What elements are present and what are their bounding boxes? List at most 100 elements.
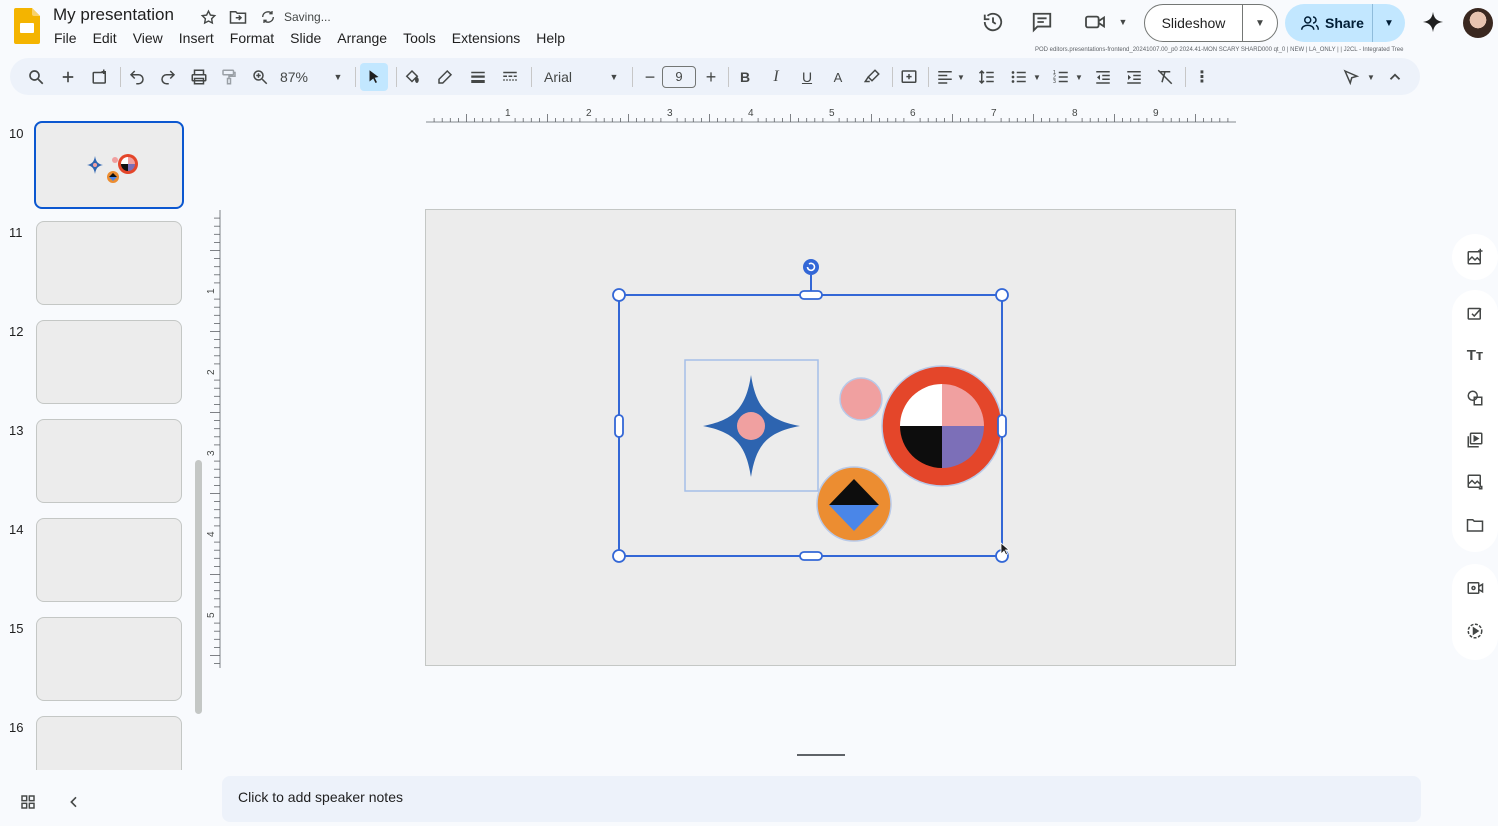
- collapse-filmstrip-icon[interactable]: [66, 794, 82, 815]
- bulleted-list-icon[interactable]: [1009, 65, 1029, 89]
- share-label[interactable]: Share: [1285, 4, 1373, 42]
- menu-extensions[interactable]: Extensions: [444, 30, 528, 46]
- menu-view[interactable]: View: [125, 30, 171, 46]
- menu-insert[interactable]: Insert: [171, 30, 222, 46]
- paint-format-icon[interactable]: [219, 65, 239, 89]
- more-options-icon[interactable]: ⋮: [1193, 65, 1211, 89]
- menu-file[interactable]: File: [46, 30, 85, 46]
- font-size-value[interactable]: 9: [662, 66, 696, 88]
- meet-dropdown-icon[interactable]: ▼: [1110, 9, 1136, 35]
- highlight-color-icon[interactable]: [862, 65, 882, 89]
- toolbar-separator: [632, 67, 633, 87]
- move-folder-icon[interactable]: [228, 7, 248, 27]
- slide-thumbnail[interactable]: [36, 419, 182, 503]
- collapse-toolbar-icon[interactable]: [1385, 65, 1405, 89]
- slideshow-button[interactable]: Slideshow ▼: [1144, 4, 1278, 42]
- new-slide-icon[interactable]: [58, 65, 78, 89]
- slide-canvas[interactable]: [425, 209, 1236, 666]
- italic-icon[interactable]: I: [767, 65, 785, 89]
- filmstrip-slide-15[interactable]: 15: [0, 605, 200, 701]
- text-color-icon[interactable]: A: [829, 65, 847, 89]
- zoom-value[interactable]: 87%: [278, 65, 310, 89]
- filmstrip-slide-10[interactable]: 10: [0, 110, 200, 209]
- menu-help[interactable]: Help: [528, 30, 573, 46]
- pointer-mode-icon[interactable]: [1341, 65, 1361, 89]
- line-spacing-icon[interactable]: [977, 65, 997, 89]
- user-avatar[interactable]: [1463, 8, 1493, 38]
- grid-view-icon[interactable]: [20, 794, 36, 815]
- border-weight-icon[interactable]: [468, 65, 488, 89]
- share-button[interactable]: Share ▼: [1285, 4, 1405, 42]
- bold-icon[interactable]: B: [736, 65, 754, 89]
- underline-icon[interactable]: U: [798, 65, 816, 89]
- speaker-notes[interactable]: Click to add speaker notes: [222, 776, 1421, 822]
- image-gallery-icon[interactable]: [1464, 471, 1486, 493]
- print-icon[interactable]: [189, 65, 209, 89]
- decrease-font-size-icon[interactable]: −: [641, 65, 659, 89]
- insert-link-box-icon[interactable]: [899, 65, 919, 89]
- version-history-icon[interactable]: [980, 9, 1006, 35]
- media-library-icon[interactable]: [1464, 429, 1486, 451]
- slide-thumbnail[interactable]: [36, 221, 182, 305]
- numbered-list-icon[interactable]: 123: [1051, 65, 1071, 89]
- text-style-icon[interactable]: Tт: [1464, 344, 1486, 366]
- menu-edit[interactable]: Edit: [85, 30, 125, 46]
- star-icon[interactable]: [198, 7, 218, 27]
- speaker-notes-placeholder[interactable]: Click to add speaker notes: [238, 789, 403, 805]
- menu-tools[interactable]: Tools: [395, 30, 444, 46]
- decrease-indent-icon[interactable]: [1093, 65, 1113, 89]
- menu-format[interactable]: Format: [222, 30, 282, 46]
- font-dropdown-icon[interactable]: ▼: [608, 65, 620, 89]
- ruler-label: 2: [206, 369, 217, 375]
- increase-font-size-icon[interactable]: +: [702, 65, 720, 89]
- filmstrip-slide-12[interactable]: 12: [0, 308, 200, 404]
- border-dash-icon[interactable]: [500, 65, 520, 89]
- filmstrip-slide-11[interactable]: 11: [0, 209, 200, 305]
- font-family-select[interactable]: Arial: [544, 65, 584, 89]
- bullet-dropdown-icon[interactable]: ▼: [1032, 65, 1042, 89]
- slides-logo-icon[interactable]: [14, 8, 40, 44]
- meet-icon[interactable]: [1082, 9, 1108, 35]
- fill-color-icon[interactable]: [402, 65, 422, 89]
- slide-thumbnail[interactable]: [36, 518, 182, 602]
- comments-icon[interactable]: [1029, 9, 1055, 35]
- numbered-dropdown-icon[interactable]: ▼: [1074, 65, 1084, 89]
- slideshow-label[interactable]: Slideshow: [1145, 4, 1243, 42]
- clear-formatting-icon[interactable]: [1155, 65, 1175, 89]
- search-menus-icon[interactable]: [26, 65, 46, 89]
- align-dropdown-icon[interactable]: ▼: [956, 65, 966, 89]
- slideshow-dropdown-icon[interactable]: ▼: [1243, 18, 1277, 29]
- filmstrip-slide-14[interactable]: 14: [0, 506, 200, 602]
- slide-thumbnail[interactable]: [36, 320, 182, 404]
- font-size-field[interactable]: 9: [662, 65, 696, 89]
- notes-resize-handle[interactable]: [797, 754, 845, 756]
- menu-arrange[interactable]: Arrange: [329, 30, 395, 46]
- filmstrip-slide-13[interactable]: 13: [0, 407, 200, 503]
- filmstrip-scrollbar[interactable]: [195, 460, 202, 714]
- zoom-icon[interactable]: [250, 65, 270, 89]
- redo-icon[interactable]: [158, 65, 178, 89]
- keep-tasks-icon[interactable]: [1464, 302, 1486, 324]
- pointer-dropdown-icon[interactable]: ▼: [1366, 65, 1376, 89]
- zoom-dropdown-icon[interactable]: ▼: [332, 65, 344, 89]
- undo-icon[interactable]: [127, 65, 147, 89]
- folder-icon[interactable]: [1464, 514, 1486, 536]
- filmstrip-slide-16[interactable]: 16: [0, 704, 200, 770]
- insert-image-panel-icon[interactable]: [1464, 246, 1486, 268]
- record-video-icon[interactable]: [1464, 577, 1486, 599]
- menu-slide[interactable]: Slide: [282, 30, 329, 46]
- layout-icon[interactable]: [90, 65, 110, 89]
- shapes-icon[interactable]: [1464, 387, 1486, 409]
- share-dropdown-icon[interactable]: ▼: [1373, 18, 1405, 29]
- align-icon[interactable]: [935, 65, 955, 89]
- slide-number: 11: [9, 225, 23, 240]
- slide-thumbnail[interactable]: [34, 121, 184, 209]
- border-color-icon[interactable]: [435, 65, 455, 89]
- animation-icon[interactable]: [1464, 620, 1486, 642]
- document-title[interactable]: My presentation: [53, 5, 174, 25]
- increase-indent-icon[interactable]: [1124, 65, 1144, 89]
- slide-thumbnail[interactable]: [36, 716, 182, 770]
- select-tool-icon[interactable]: [360, 63, 388, 91]
- slide-thumbnail[interactable]: [36, 617, 182, 701]
- gemini-sparkle-icon[interactable]: [1420, 9, 1446, 35]
